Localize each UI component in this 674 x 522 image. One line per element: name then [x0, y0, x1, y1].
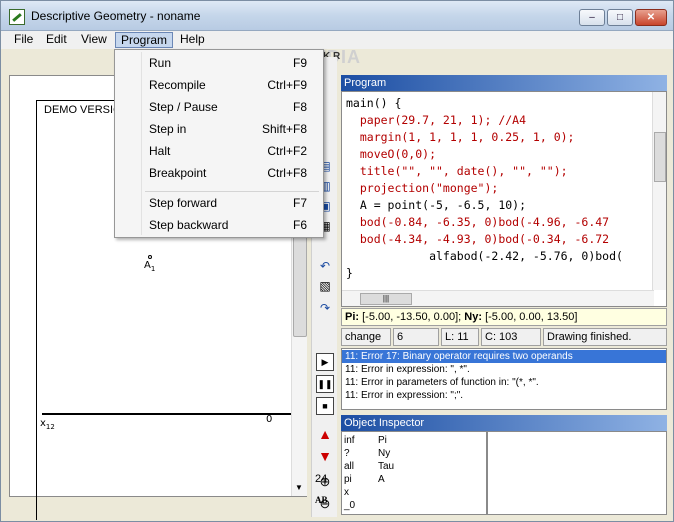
code-line: moveO(0,0);	[346, 147, 437, 161]
redo-icon[interactable]: ↷	[316, 299, 334, 317]
app-icon	[9, 9, 25, 25]
error-item[interactable]: 11: Error in expression: ", *".	[342, 363, 666, 376]
menu-view[interactable]: View	[76, 32, 112, 48]
close-button[interactable]: ✕	[635, 9, 667, 26]
code-line: A = point(-5, -6.5, 10);	[346, 198, 527, 212]
object-inspector[interactable]: inf Pi ? Ny all Tau pi A x _0	[341, 431, 667, 515]
menu-item-step-backward[interactable]: Step backward F6	[117, 214, 321, 236]
code-line: title("", "", date(), "", "");	[346, 164, 568, 178]
program-menu-dropdown: Run F9 Recompile Ctrl+F9 Step / Pause F8 St…	[114, 49, 324, 238]
stop-icon[interactable]: ■	[316, 397, 334, 415]
axis-label: x12	[40, 418, 55, 431]
inspector-row[interactable]: ? Ny	[342, 447, 488, 460]
menu-item-run[interactable]: Run F9	[117, 52, 321, 74]
step-down-icon[interactable]: ▼	[316, 447, 334, 465]
menu-item-recompile[interactable]: Recompile Ctrl+F9	[117, 74, 321, 96]
text-tool-icon[interactable]: AB	[315, 495, 328, 505]
inspector-row[interactable]: all Tau	[342, 460, 488, 473]
status-message: Drawing finished.	[543, 328, 667, 346]
error-item[interactable]: 11: Error 17: Binary operator requires t…	[342, 350, 666, 363]
run-icon[interactable]: ▶	[316, 353, 334, 371]
scrollbar-thumb[interactable]: |||	[360, 293, 412, 305]
error-item[interactable]: 11: Error in expression: ";".	[342, 389, 666, 402]
code-line: paper(29.7, 21, 1); //A4	[346, 113, 527, 127]
code-horizontal-scrollbar[interactable]: |||	[342, 290, 654, 306]
code-line: projection("monge");	[346, 181, 499, 195]
program-pane-header: Program	[341, 75, 667, 91]
menu-file[interactable]: File	[9, 32, 38, 48]
origin-label: 0	[266, 414, 273, 425]
inspector-row[interactable]: inf Pi	[342, 434, 488, 447]
menu-help[interactable]: Help	[175, 32, 210, 48]
code-line: main() {	[346, 96, 402, 110]
menu-item-step-forward[interactable]: Step forward F7	[117, 192, 321, 214]
ground-line-x12	[42, 413, 292, 415]
code-line: bod(-4.34, -4.93, 0)bod(-0.34, -6.72	[346, 232, 610, 246]
code-vertical-scrollbar[interactable]	[652, 92, 666, 290]
status-number: 6	[393, 328, 439, 346]
error-item[interactable]: 11: Error in parameters of function in: …	[342, 376, 666, 389]
scrollbar-thumb[interactable]	[654, 132, 666, 182]
status-line: L: 11	[441, 328, 479, 346]
pause-icon[interactable]: ❚❚	[316, 375, 334, 393]
title-bar: Descriptive Geometry - noname – □ ✕	[1, 1, 673, 31]
app-window: Descriptive Geometry - noname – □ ✕ File…	[0, 0, 674, 522]
menu-item-step-in[interactable]: Step in Shift+F8	[117, 118, 321, 140]
status-bar: change 6 L: 11 C: 103 Drawing finished.	[341, 328, 667, 346]
menu-program[interactable]: Program	[115, 32, 174, 48]
code-line: bod(-0.84, -6.35, 0)bod(-4.96, -6.47	[346, 215, 610, 229]
coordinates-bar: Pi: [-5.00, -13.50, 0.00]; Ny: [-5.00, 0…	[341, 308, 667, 326]
menu-item-halt[interactable]: Halt Ctrl+F2	[117, 140, 321, 162]
maximize-button[interactable]: □	[607, 9, 633, 26]
minimize-button[interactable]: –	[579, 9, 605, 26]
code-editor[interactable]: main() { paper(29.7, 21, 1); //A4 margin…	[341, 91, 667, 307]
code-line: margin(1, 1, 1, 1, 0.25, 1, 0);	[346, 130, 575, 144]
point-label: A1	[144, 260, 156, 273]
inspector-row[interactable]: _0	[342, 499, 488, 512]
inspector-header: Object Inspector	[341, 415, 667, 431]
inspector-row[interactable]: pi A	[342, 473, 488, 486]
status-mode: change	[341, 328, 391, 346]
code-line: alfabod(-2.42, -5.76, 0)bod(	[346, 249, 623, 263]
step-up-icon[interactable]: ▲	[316, 425, 334, 443]
menu-item-breakpoint[interactable]: Breakpoint Ctrl+F8	[117, 162, 321, 184]
paste-icon[interactable]: ▧	[316, 277, 334, 295]
zoom-value: 24	[315, 473, 328, 485]
inspector-row[interactable]: x	[342, 486, 488, 499]
menu-item-step-pause[interactable]: Step / Pause F8	[117, 96, 321, 118]
error-list[interactable]: 11: Error 17: Binary operator requires t…	[341, 348, 667, 410]
scroll-down-icon[interactable]: ▼	[295, 483, 303, 492]
menu-edit[interactable]: Edit	[41, 32, 72, 48]
status-column: C: 103	[481, 328, 541, 346]
window-title: Descriptive Geometry - noname	[31, 9, 201, 23]
code-line: }	[346, 266, 353, 280]
inspector-list[interactable]: inf Pi ? Ny all Tau pi A x _0	[342, 432, 488, 514]
undo-icon[interactable]: ↶	[316, 257, 334, 275]
point-marker[interactable]	[148, 255, 152, 259]
